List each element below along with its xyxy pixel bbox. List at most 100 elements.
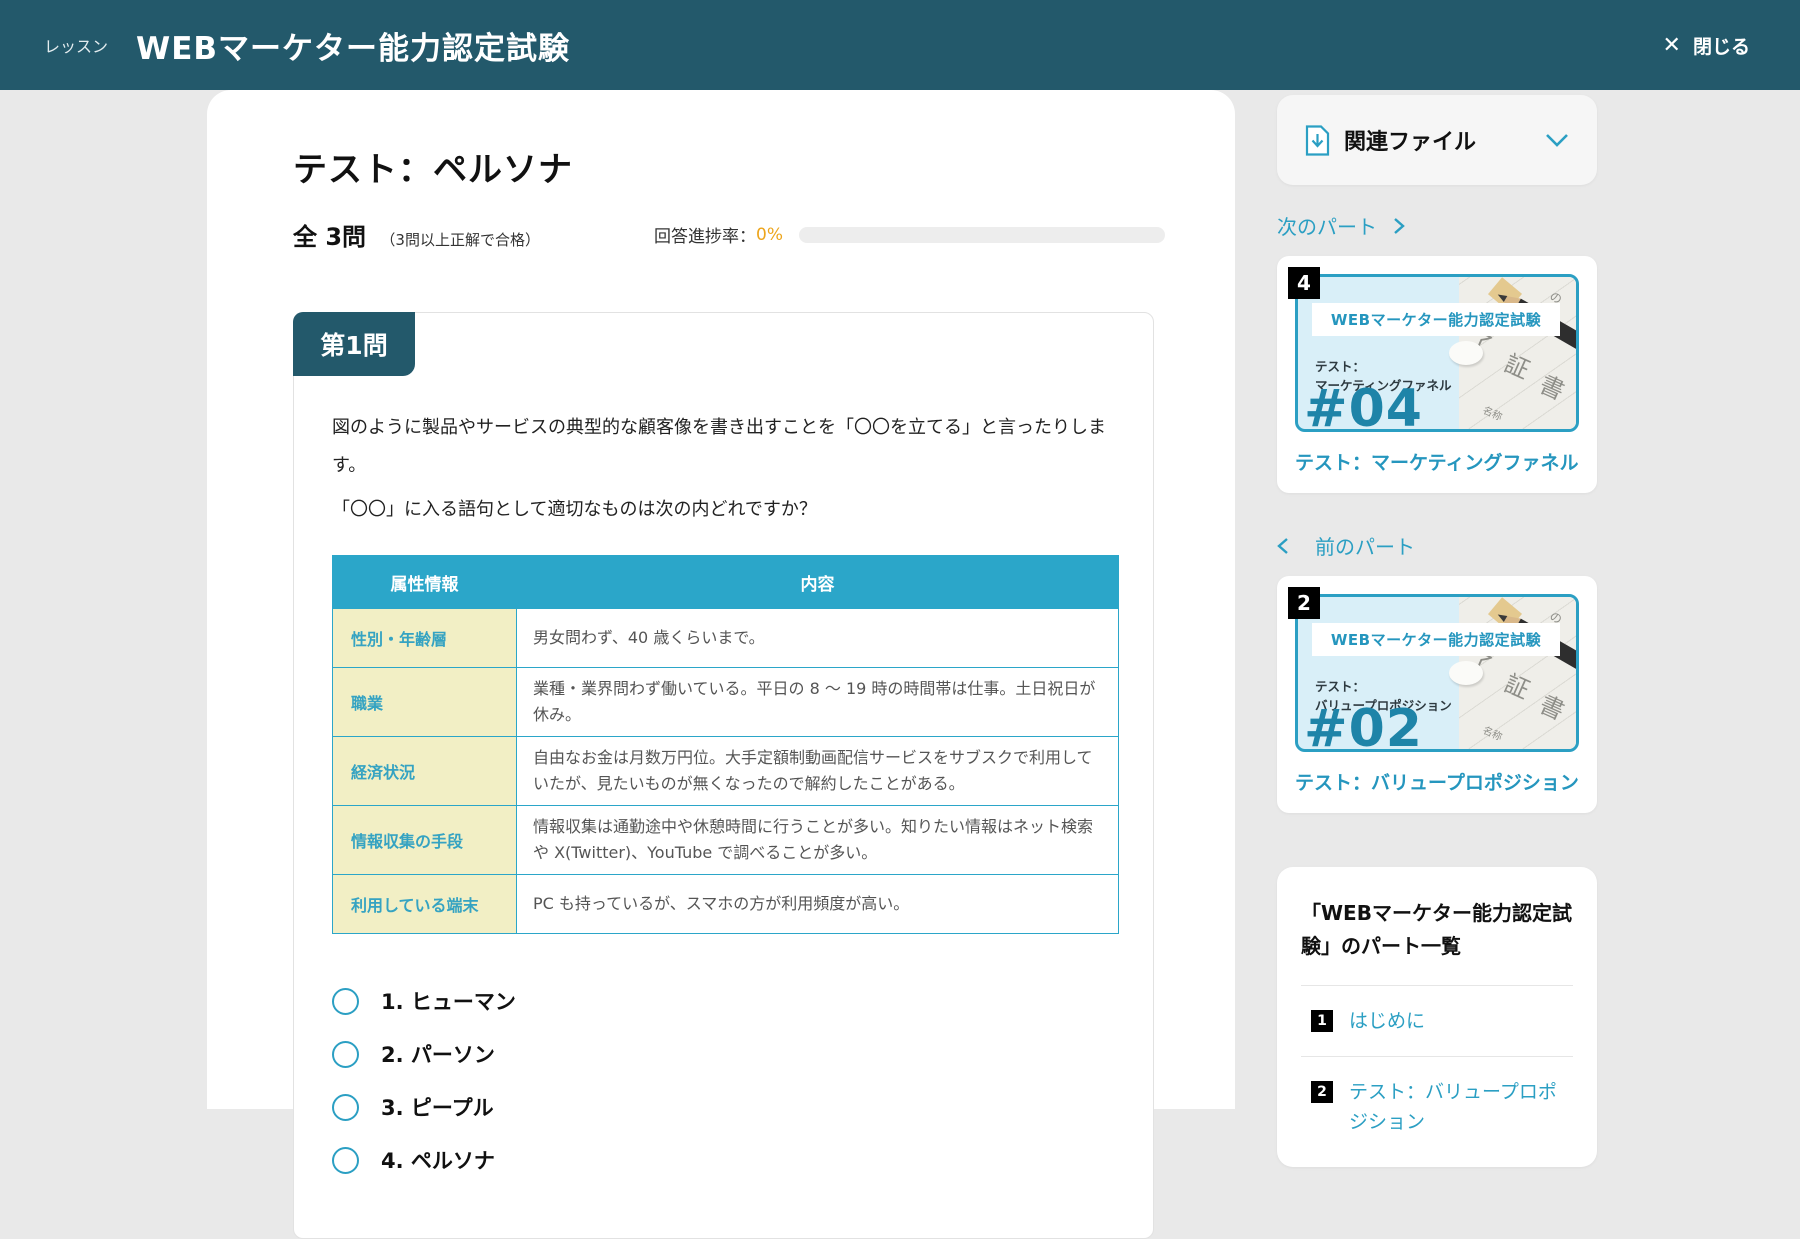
part-list-item[interactable]: 1 はじめに	[1301, 985, 1573, 1056]
prev-part-card: 2 了 証 書 の 名称 WEBマーケター能力認定試験	[1277, 576, 1597, 813]
part-item-number-badge: 2	[1311, 1081, 1333, 1103]
persona-table-header-content: 内容	[517, 556, 1119, 609]
table-row: 利用している端末 PC も持っているが、スマホの方が利用頻度が高い。	[333, 875, 1119, 934]
close-button[interactable]: ✕ 閉じる	[1657, 31, 1756, 60]
certificate-character: 書	[1535, 365, 1571, 407]
thumbnail-part-number: #02	[1304, 699, 1423, 752]
eraser-graphic	[1449, 661, 1483, 685]
prev-part-title-link[interactable]: テスト：バリュープロポジション	[1295, 768, 1579, 795]
answer-option[interactable]: 1. ヒューマン	[332, 986, 1107, 1016]
related-files-label: 関連ファイル	[1344, 124, 1476, 156]
chevron-down-icon	[1545, 133, 1569, 147]
answer-option[interactable]: 4. ペルソナ	[332, 1145, 1107, 1175]
main-panel: テスト：ペルソナ 全 3問 （3問以上正解で合格） 回答進捗率： 0% 第1問 …	[207, 90, 1235, 1109]
question-card: 第1問 図のように製品やサービスの典型的な顧客像を書き出すことを「〇〇を立てる」…	[293, 312, 1154, 1239]
progress-label: 回答進捗率：	[654, 222, 756, 247]
progress-bar	[799, 227, 1165, 243]
content-cell: 自由なお金は月数万円位。大手定額制動画配信サービスをサブスクで利用していたが、見…	[517, 737, 1119, 806]
persona-table: 属性情報 内容 性別・年齢層 男女問わず、40 歳くらいまで。 職業 業種・業界…	[332, 555, 1119, 934]
thumbnail-subtitle-line1: テスト：	[1315, 677, 1452, 696]
part-list-heading: 「WEBマーケター能力認定試験」のパート一覧	[1301, 897, 1573, 963]
question-text-line2: 「〇〇」に入る語句として適切なものは次の内どれですか？	[332, 491, 1107, 529]
next-part-thumbnail[interactable]: 了 証 書 の 名称 WEBマーケター能力認定試験 テスト：	[1295, 274, 1579, 432]
attribute-cell: 経済状況	[333, 737, 517, 806]
app-title: WEBマーケター能力認定試験	[136, 23, 570, 68]
attribute-cell: 職業	[333, 668, 517, 737]
radio-button-icon[interactable]	[332, 988, 359, 1015]
progress-group: 回答進捗率： 0%	[654, 222, 1165, 247]
certificate-character: 名称	[1480, 721, 1504, 743]
attribute-cell: 性別・年齢層	[333, 609, 517, 668]
sidebar: 関連ファイル 次のパート 4 了 証 書 の 名称	[1277, 90, 1597, 1167]
radio-button-icon[interactable]	[332, 1147, 359, 1174]
table-row: 職業 業種・業界問わず働いている。平日の 8 ～ 19 時の時間帯は仕事。土日祝…	[333, 668, 1119, 737]
part-list-card: 「WEBマーケター能力認定試験」のパート一覧 1 はじめに 2 テスト：バリュー…	[1277, 867, 1597, 1167]
content-cell: PC も持っているが、スマホの方が利用頻度が高い。	[517, 875, 1119, 934]
question-text: 図のように製品やサービスの典型的な顧客像を書き出すことを「〇〇を立てる」と言った…	[332, 409, 1107, 529]
app-header: レッスン WEBマーケター能力認定試験 ✕ 閉じる	[0, 0, 1800, 90]
answer-option-label: 1. ヒューマン	[381, 986, 516, 1016]
certificate-photo: 了 証 書 の 名称	[1459, 277, 1576, 429]
close-icon: ✕	[1663, 34, 1681, 56]
close-button-label: 閉じる	[1693, 32, 1750, 59]
thumbnail-brand-title: WEBマーケター能力認定試験	[1312, 303, 1560, 336]
part-number-badge: 4	[1288, 267, 1320, 299]
related-files-toggle[interactable]: 関連ファイル	[1277, 95, 1597, 185]
progress-value: 0%	[756, 225, 783, 245]
quiz-meta-row: 全 3問 （3問以上正解で合格） 回答進捗率： 0%	[293, 217, 1165, 252]
question-text-line1: 図のように製品やサービスの典型的な顧客像を書き出すことを「〇〇を立てる」と言った…	[332, 409, 1107, 485]
answer-options: 1. ヒューマン 2. パーソン 3. ピープル 4. ペルソナ	[332, 986, 1107, 1175]
radio-button-icon[interactable]	[332, 1094, 359, 1121]
next-part-card: 4 了 証 書 の 名称 WEBマーケター能力認定試験	[1277, 256, 1597, 493]
part-number-badge: 2	[1288, 587, 1320, 619]
pass-note: （3問以上正解で合格）	[380, 231, 540, 249]
thumbnail-part-number: #04	[1304, 379, 1423, 432]
table-row: 情報収集の手段 情報収集は通勤途中や休憩時間に行うことが多い。知りたい情報はネッ…	[333, 806, 1119, 875]
prev-part-link[interactable]: 前のパート	[1277, 531, 1597, 560]
question-count: 全 3問 （3問以上正解で合格）	[293, 217, 540, 252]
attribute-cell: 情報収集の手段	[333, 806, 517, 875]
lesson-label: レッスン	[44, 33, 108, 57]
answer-option-label: 3. ピープル	[381, 1092, 494, 1122]
question-total: 全 3問	[293, 223, 366, 251]
quiz-title: テスト：ペルソナ	[293, 142, 1235, 191]
part-item-label: はじめに	[1349, 1006, 1425, 1036]
certificate-character: 証	[1500, 664, 1536, 706]
thumbnail-brand-title: WEBマーケター能力認定試験	[1312, 623, 1560, 656]
answer-option-label: 4. ペルソナ	[381, 1145, 495, 1175]
chevron-right-icon	[1393, 217, 1405, 235]
persona-table-body: 性別・年齢層 男女問わず、40 歳くらいまで。 職業 業種・業界問わず働いている…	[333, 609, 1119, 934]
content-cell: 男女問わず、40 歳くらいまで。	[517, 609, 1119, 668]
question-number-badge: 第1問	[293, 312, 415, 376]
prev-part-thumbnail[interactable]: 了 証 書 の 名称 WEBマーケター能力認定試験 テスト：	[1295, 594, 1579, 752]
attribute-cell: 利用している端末	[333, 875, 517, 934]
part-item-number-badge: 1	[1311, 1010, 1333, 1032]
thumbnail-subtitle-line1: テスト：	[1315, 357, 1452, 376]
answer-option[interactable]: 2. パーソン	[332, 1039, 1107, 1069]
certificate-character: 証	[1500, 344, 1536, 386]
question-body: 図のように製品やサービスの典型的な顧客像を書き出すことを「〇〇を立てる」と言った…	[294, 313, 1153, 1238]
certificate-character: 名称	[1480, 401, 1504, 423]
certificate-character: 書	[1535, 685, 1571, 727]
chevron-left-icon	[1277, 537, 1289, 555]
part-list-item[interactable]: 2 テスト：バリュープロポジション	[1301, 1056, 1573, 1157]
content-cell: 業種・業界問わず働いている。平日の 8 ～ 19 時の時間帯は仕事。土日祝日が休…	[517, 668, 1119, 737]
prev-part-label: 前のパート	[1315, 531, 1415, 560]
next-part-thumbnail-wrap: 4 了 証 書 の 名称 WEBマーケター能力認定試験	[1295, 274, 1579, 432]
answer-option-label: 2. パーソン	[381, 1039, 495, 1069]
eraser-graphic	[1449, 341, 1483, 365]
persona-table-header-row: 属性情報 内容	[333, 556, 1119, 609]
certificate-photo: 了 証 書 の 名称	[1459, 597, 1576, 749]
table-row: 性別・年齢層 男女問わず、40 歳くらいまで。	[333, 609, 1119, 668]
prev-part-thumbnail-wrap: 2 了 証 書 の 名称 WEBマーケター能力認定試験	[1295, 594, 1579, 752]
next-part-link[interactable]: 次のパート	[1277, 211, 1597, 240]
part-item-label: テスト：バリュープロポジション	[1349, 1077, 1573, 1137]
persona-table-header-attribute: 属性情報	[333, 556, 517, 609]
table-row: 経済状況 自由なお金は月数万円位。大手定額制動画配信サービスをサブスクで利用して…	[333, 737, 1119, 806]
next-part-label: 次のパート	[1277, 211, 1377, 240]
radio-button-icon[interactable]	[332, 1041, 359, 1068]
file-download-icon	[1305, 125, 1330, 156]
next-part-title-link[interactable]: テスト：マーケティングファネル	[1295, 448, 1579, 475]
content-cell: 情報収集は通勤途中や休憩時間に行うことが多い。知りたい情報はネット検索や X(T…	[517, 806, 1119, 875]
answer-option[interactable]: 3. ピープル	[332, 1092, 1107, 1122]
